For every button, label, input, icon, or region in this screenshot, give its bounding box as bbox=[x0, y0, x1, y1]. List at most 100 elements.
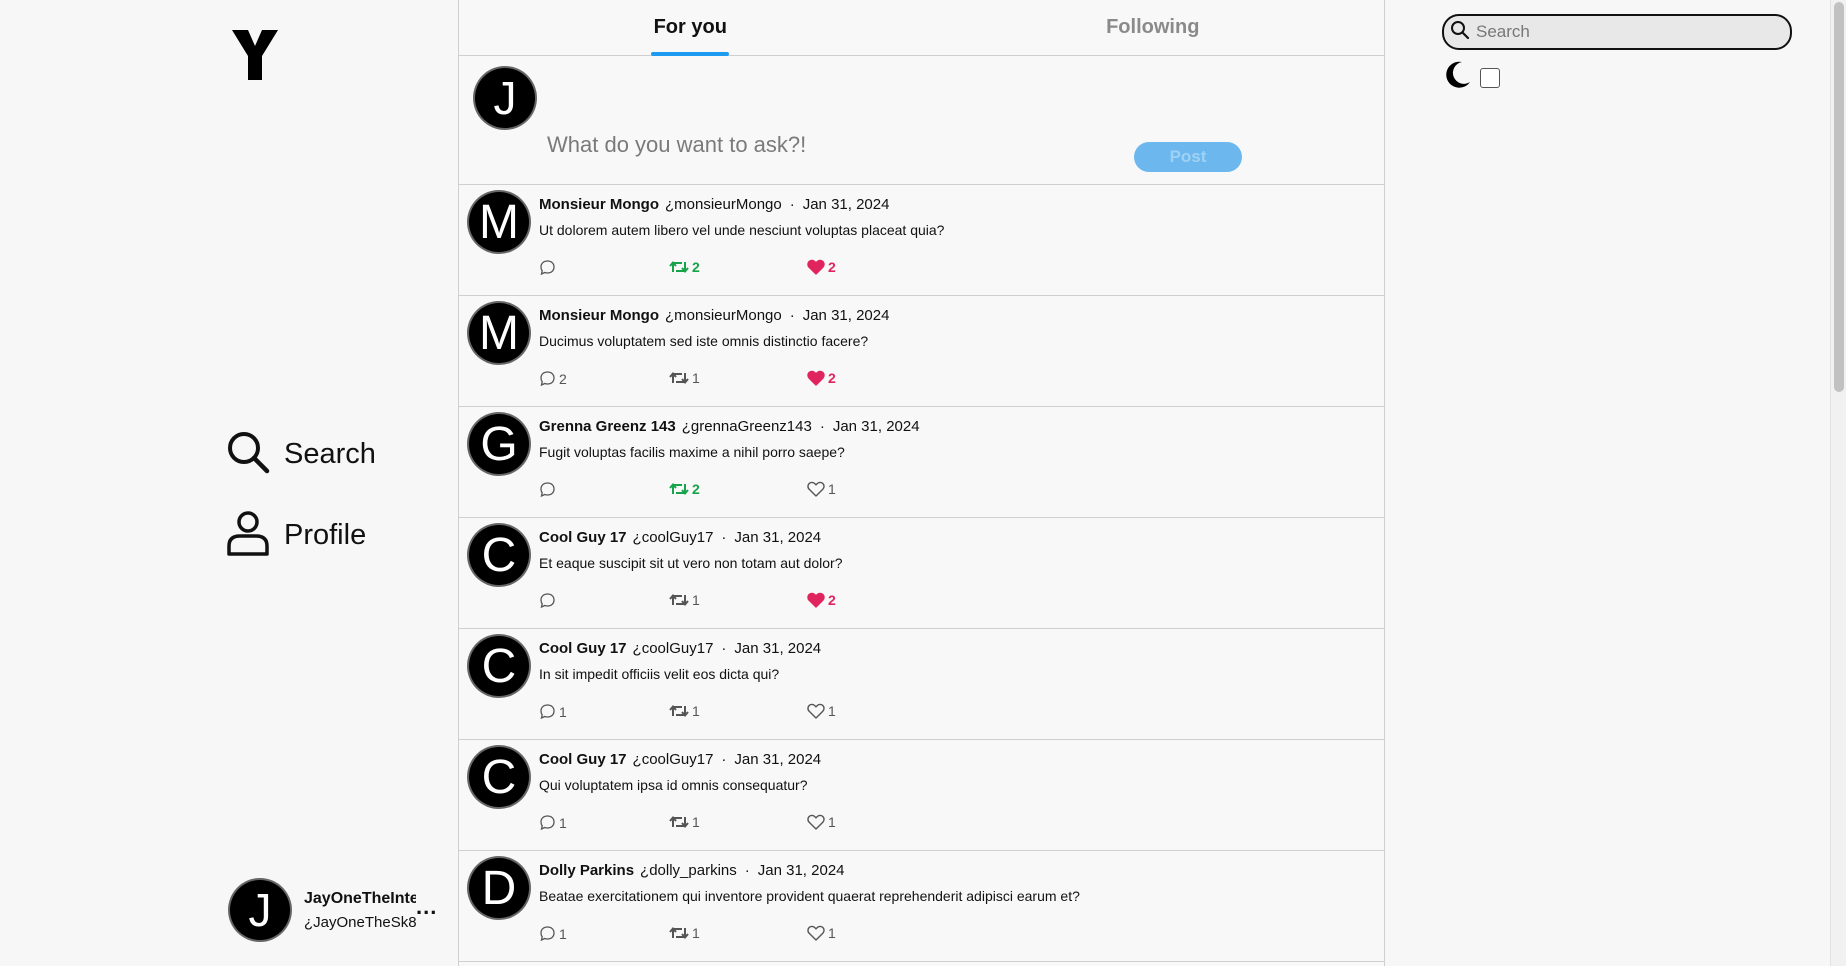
post-text: Beatae exercitationem qui inventore prov… bbox=[539, 888, 1080, 904]
reply-button[interactable]: 1 bbox=[539, 703, 567, 720]
post-actions: 21 bbox=[539, 481, 939, 501]
post-author-handle[interactable]: ¿monsieurMongo bbox=[665, 196, 782, 213]
post-actions: 1 1 1 bbox=[539, 703, 939, 723]
post-text: Et eaque suscipit sit ut vero non totam … bbox=[539, 555, 843, 571]
post-author-handle[interactable]: ¿coolGuy17 bbox=[633, 529, 714, 546]
tab-following[interactable]: Following bbox=[922, 0, 1385, 55]
post-header: Monsieur Mongo ¿monsieurMongo · Jan 31, 202… bbox=[539, 196, 889, 213]
post-item[interactable]: C Cool Guy 17 ¿coolGuy17 · Jan 31, 2024 Qui v… bbox=[459, 740, 1384, 851]
post-author-name[interactable]: Dolly Parkins bbox=[539, 862, 634, 879]
separator-dot: · bbox=[789, 307, 795, 324]
avatar[interactable]: C bbox=[469, 636, 529, 696]
repost-button[interactable]: 1 bbox=[669, 592, 700, 608]
like-button[interactable]: 1 bbox=[807, 925, 836, 941]
repost-button[interactable]: 2 bbox=[669, 481, 700, 497]
search-icon bbox=[226, 430, 270, 479]
repost-icon bbox=[669, 370, 689, 386]
avatar[interactable]: D bbox=[469, 858, 529, 918]
post-actions: 2 1 2 bbox=[539, 370, 939, 390]
repost-icon bbox=[669, 592, 689, 608]
repost-button[interactable]: 1 bbox=[669, 703, 700, 719]
nav-search[interactable]: Search bbox=[226, 430, 376, 479]
tab-following-label: Following bbox=[1106, 16, 1200, 38]
account-display-name: JayOneTheInternet bbox=[304, 889, 416, 907]
avatar[interactable]: C bbox=[469, 747, 529, 807]
post-author-name[interactable]: Monsieur Mongo bbox=[539, 307, 659, 324]
post-item[interactable]: D Dolly Parkins ¿dolly_parkins · Jan 31, 202… bbox=[459, 851, 1384, 962]
dark-mode-checkbox[interactable] bbox=[1480, 67, 1500, 88]
compose-box: J Post bbox=[459, 56, 1384, 185]
repost-button[interactable]: 2 bbox=[669, 259, 700, 275]
heart-icon bbox=[807, 814, 825, 830]
like-count: 1 bbox=[828, 925, 836, 941]
avatar[interactable]: M bbox=[469, 303, 529, 363]
avatar[interactable]: C bbox=[469, 525, 529, 585]
like-button[interactable]: 1 bbox=[807, 814, 836, 830]
reply-button[interactable]: 2 bbox=[539, 370, 567, 387]
like-button[interactable]: 1 bbox=[807, 703, 836, 719]
theme-toggle bbox=[1442, 60, 1500, 95]
repost-button[interactable]: 1 bbox=[669, 370, 700, 386]
reply-button[interactable] bbox=[539, 592, 559, 609]
tab-for-you[interactable]: For you bbox=[459, 0, 922, 56]
heart-icon bbox=[807, 592, 825, 608]
post-item[interactable]: M Monsieur Mongo ¿monsieurMongo · Jan 31, 20… bbox=[459, 185, 1384, 296]
reply-button[interactable]: 1 bbox=[539, 925, 567, 942]
more-icon[interactable]: ... bbox=[416, 894, 437, 920]
post-item[interactable]: C Cool Guy 17 ¿coolGuy17 · Jan 31, 2024 Et ea… bbox=[459, 518, 1384, 629]
moon-icon bbox=[1442, 60, 1472, 95]
post-author-name[interactable]: Monsieur Mongo bbox=[539, 196, 659, 213]
reply-count: 2 bbox=[559, 370, 567, 387]
reply-icon bbox=[539, 703, 556, 720]
repost-icon bbox=[669, 481, 689, 497]
post-author-handle[interactable]: ¿coolGuy17 bbox=[633, 751, 714, 768]
post-header: Cool Guy 17 ¿coolGuy17 · Jan 31, 2024 bbox=[539, 640, 821, 657]
post-author-handle[interactable]: ¿monsieurMongo bbox=[665, 307, 782, 324]
reply-button[interactable] bbox=[539, 481, 559, 498]
post-text: Fugit voluptas facilis maxime a nihil po… bbox=[539, 444, 845, 460]
like-button[interactable]: 2 bbox=[807, 259, 836, 275]
post-author-name[interactable]: Cool Guy 17 bbox=[539, 529, 627, 546]
separator-dot: · bbox=[744, 862, 750, 879]
post-author-name[interactable]: Cool Guy 17 bbox=[539, 751, 627, 768]
post-item[interactable]: G Grenna Greenz 143 ¿grennaGreenz143 · Jan 3… bbox=[459, 407, 1384, 518]
like-button[interactable]: 1 bbox=[807, 481, 836, 497]
nav-profile[interactable]: Profile bbox=[226, 510, 366, 561]
post-author-handle[interactable]: ¿grennaGreenz143 bbox=[682, 418, 812, 435]
post-date: Jan 31, 2024 bbox=[757, 862, 845, 879]
post-button[interactable]: Post bbox=[1134, 142, 1242, 172]
reply-count: 1 bbox=[559, 703, 567, 720]
repost-button[interactable]: 1 bbox=[669, 814, 700, 830]
avatar[interactable]: M bbox=[469, 192, 529, 252]
post-date: Jan 31, 2024 bbox=[734, 640, 822, 657]
scrollbar-thumb[interactable] bbox=[1834, 2, 1844, 392]
separator-dot: · bbox=[721, 751, 727, 768]
post-actions: 1 1 1 bbox=[539, 814, 939, 834]
post-date: Jan 31, 2024 bbox=[734, 751, 822, 768]
like-count: 1 bbox=[828, 481, 836, 497]
right-sidebar bbox=[1384, 0, 1830, 966]
post-item[interactable]: M Monsieur Mongo ¿monsieurMongo · Jan 31, 20… bbox=[459, 296, 1384, 407]
avatar[interactable]: G bbox=[469, 414, 529, 474]
like-count: 2 bbox=[828, 592, 836, 608]
post-author-handle[interactable]: ¿dolly_parkins bbox=[640, 862, 737, 879]
account-switcher[interactable]: J JayOneTheInternet ¿JayOneTheSk8 ... bbox=[230, 878, 440, 942]
post-date: Jan 31, 2024 bbox=[802, 196, 890, 213]
search-input[interactable] bbox=[1474, 21, 1768, 43]
post-author-handle[interactable]: ¿coolGuy17 bbox=[633, 640, 714, 657]
scrollbar[interactable] bbox=[1830, 0, 1846, 966]
like-button[interactable]: 2 bbox=[807, 370, 836, 386]
reply-button[interactable]: 1 bbox=[539, 814, 567, 831]
search-box[interactable] bbox=[1442, 14, 1792, 50]
like-button[interactable]: 2 bbox=[807, 592, 836, 608]
repost-icon bbox=[669, 925, 689, 941]
post-header: Grenna Greenz 143 ¿grennaGreenz143 · Jan 31… bbox=[539, 418, 920, 435]
reply-button[interactable] bbox=[539, 259, 559, 276]
heart-icon bbox=[807, 481, 825, 497]
post-item[interactable]: C Cool Guy 17 ¿coolGuy17 · Jan 31, 2024 In si… bbox=[459, 629, 1384, 740]
post-author-name[interactable]: Cool Guy 17 bbox=[539, 640, 627, 657]
repost-button[interactable]: 1 bbox=[669, 925, 700, 941]
repost-count: 1 bbox=[692, 370, 700, 386]
post-author-name[interactable]: Grenna Greenz 143 bbox=[539, 418, 676, 435]
y-logo-icon[interactable] bbox=[228, 26, 282, 84]
